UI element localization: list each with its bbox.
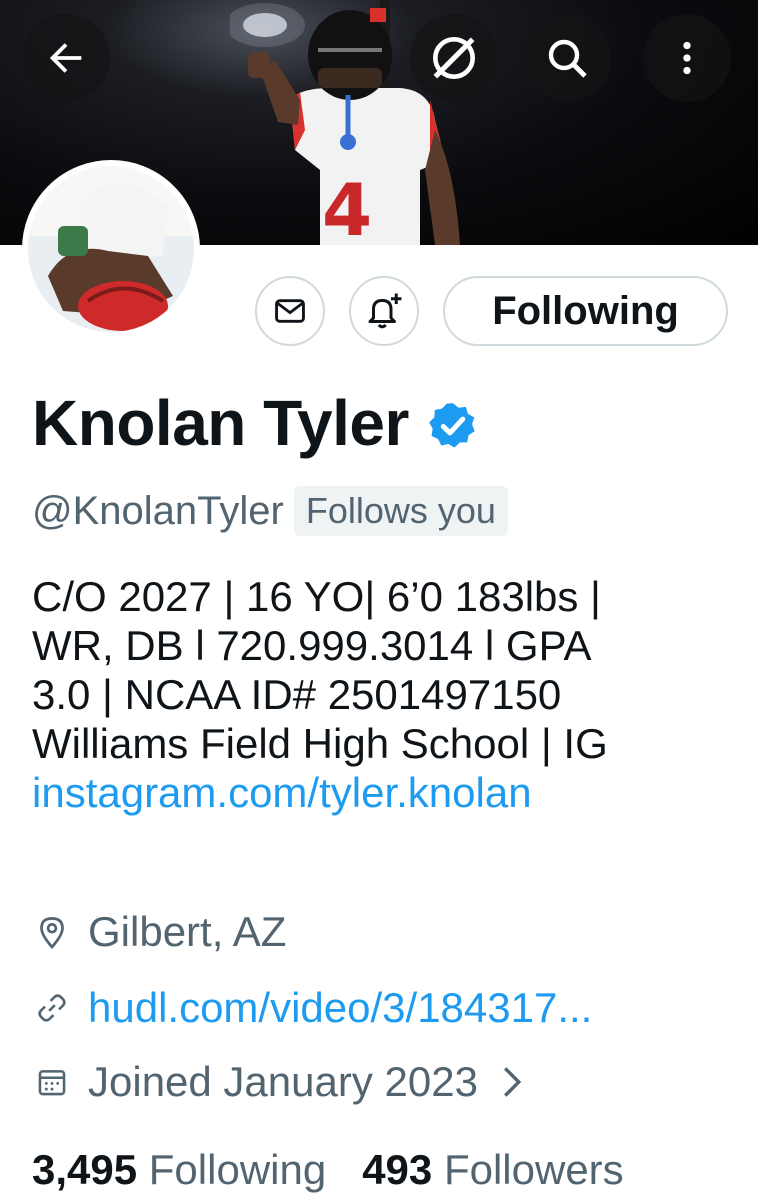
back-button[interactable] [22,14,110,102]
joined-text: Joined January 2023 [88,1058,478,1105]
joined-row[interactable]: Joined January 2023 [32,1058,524,1106]
display-name: Knolan Tyler [32,387,409,459]
follow-stats: 3,495 Following 493 Followers [32,1146,624,1194]
user-handle: @KnolanTyler [32,488,284,533]
following-stat[interactable]: 3,495 Following [32,1146,326,1194]
bio-line: Williams Field High School | IG [32,720,608,767]
followers-count: 493 [362,1146,433,1193]
followers-stat[interactable]: 493 Followers [362,1146,623,1194]
website-link[interactable]: hudl.com/video/3/184317... [88,984,592,1032]
avatar[interactable] [22,160,200,338]
avatar-image [28,166,194,332]
following-label: Following [148,1146,327,1193]
grok-button[interactable] [410,14,498,102]
location-text: Gilbert, AZ [88,908,287,955]
profile-bio: C/O 2027 | 16 YO| 6’0 183lbs | WR, DB l … [32,572,742,817]
chevron-right-icon [503,1067,522,1097]
bell-plus-icon [368,293,402,329]
follows-you-badge: Follows you [293,486,508,536]
followers-label: Followers [443,1146,624,1193]
following-button[interactable]: Following [443,276,728,346]
bio-line: WR, DB l 720.999.3014 l GPA [32,622,592,669]
more-vertical-icon [683,41,691,75]
location-pin-icon [32,912,72,952]
profile-name-row: Knolan Tyler [32,386,479,460]
search-button[interactable] [523,14,611,102]
handle-row: @KnolanTyler Follows you [32,486,508,536]
bio-line: 3.0 | NCAA ID# 2501497150 [32,671,562,718]
bio-line: C/O 2027 | 16 YO| 6’0 183lbs | [32,573,601,620]
calendar-icon [32,1062,72,1102]
bio-instagram-link[interactable]: instagram.com/tyler.knolan [32,769,532,816]
search-icon [548,39,587,78]
envelope-icon [275,299,305,323]
jersey-number: 4 [322,168,373,245]
website-row: hudl.com/video/3/184317... [32,984,592,1032]
more-button[interactable] [643,14,731,102]
location-row: Gilbert, AZ [32,908,286,956]
link-icon [32,988,72,1028]
message-button[interactable] [255,276,325,346]
slash-circle-icon [433,37,475,79]
arrow-left-icon [49,43,82,73]
following-count: 3,495 [32,1146,138,1193]
notify-button[interactable] [349,276,419,346]
verified-badge-icon[interactable] [427,400,479,452]
